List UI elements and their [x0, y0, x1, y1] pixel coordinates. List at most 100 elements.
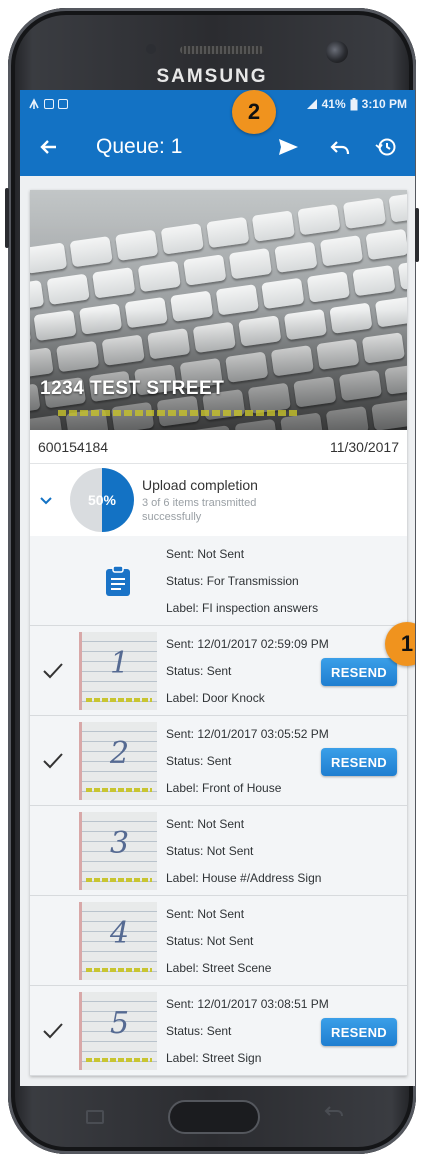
item-label: Label: Street Sign: [166, 1050, 262, 1065]
property-id: 600154184: [38, 438, 109, 455]
queue-title: Queue: 1: [96, 135, 183, 158]
image-icon: [44, 99, 54, 109]
upload-progress-ring: 50%: [70, 468, 134, 532]
photo-timestamp-overlay: [58, 410, 298, 416]
resend-button[interactable]: RESEND: [321, 1018, 397, 1046]
thumbnail-number: 4: [110, 915, 130, 951]
thumbnail-timestamp-overlay: [86, 877, 152, 882]
item-sent: Sent: 12/01/2017 03:05:52 PM: [166, 726, 329, 741]
item-label: Label: Front of House: [166, 780, 282, 795]
undo-button[interactable]: [321, 128, 359, 166]
queue-item[interactable]: 5 Sent: 12/01/2017 03:08:51 PM Status: Sen…: [30, 986, 407, 1076]
thumbnail-timestamp-overlay: [86, 697, 152, 702]
photo-thumbnail[interactable]: 4: [79, 901, 157, 980]
back-key[interactable]: [324, 1104, 344, 1127]
item-label: Label: House #/Address Sign: [166, 870, 322, 885]
item-thumbnail-column: 4: [76, 896, 160, 985]
clock-time: 3:10 PM: [361, 97, 407, 111]
item-thumbnail-column: [76, 536, 160, 625]
item-label: Label: Door Knock: [166, 690, 265, 705]
queue-item[interactable]: 4 Sent: Not Sent Status: Not Sent Label: St…: [30, 896, 407, 986]
notification-icons: [28, 98, 68, 110]
chevron-down-icon[interactable]: [40, 492, 62, 508]
signal-icon: [306, 99, 317, 109]
property-address: 1234 TEST STREET: [40, 378, 225, 399]
upload-subtitle: 3 of 6 items transmitted successfully: [142, 496, 257, 523]
power-button: [415, 208, 419, 262]
property-date: 11/30/2017: [329, 438, 399, 455]
property-photo[interactable]: 1234 TEST STREET: [30, 190, 407, 430]
item-info: Sent: Not Sent Status: Not Sent Label: Hou…: [160, 806, 407, 895]
device-brand: SAMSUNG: [156, 66, 268, 87]
thumbnail-number: 1: [110, 645, 130, 681]
property-card: 1234 TEST STREET 600154184 11/30/2017 50…: [30, 190, 407, 1076]
item-thumbnail-column: 2: [76, 716, 160, 805]
undo-icon: [330, 141, 350, 155]
item-thumbnail-column: 1: [76, 626, 160, 715]
queue-item[interactable]: 3 Sent: Not Sent Status: Not Sent Label: Ho…: [30, 806, 407, 896]
item-label: Label: FI inspection answers: [166, 600, 319, 615]
thumbnail-timestamp-overlay: [86, 967, 152, 972]
checkmark-icon: [30, 806, 76, 895]
item-info: Sent: Not Sent Status: Not Sent Label: Str…: [160, 896, 407, 985]
battery-icon: [350, 97, 358, 110]
checkmark-icon: [30, 626, 76, 715]
sim-icon: [58, 99, 68, 109]
item-label: Label: Street Scene: [166, 960, 272, 975]
checkmark-icon: [30, 536, 76, 625]
back-button[interactable]: [30, 128, 68, 166]
front-camera: [326, 41, 348, 63]
thumbnail-timestamp-overlay: [86, 1057, 152, 1062]
clipboard-icon: [105, 564, 131, 597]
usb-icon: [29, 98, 39, 109]
earpiece-speaker: [180, 46, 264, 54]
app-bar: Queue: 1: [20, 118, 415, 176]
item-info: Sent: Not Sent Status: For Transmission La…: [160, 536, 407, 625]
thumbnail-number: 3: [110, 825, 130, 861]
item-status: Status: For Transmission: [166, 573, 299, 588]
back-key-icon: [324, 1106, 343, 1117]
thumbnail-number: 2: [110, 735, 130, 771]
item-status: Status: Not Sent: [166, 843, 254, 858]
photo-thumbnail[interactable]: 1: [79, 631, 157, 710]
photo-thumbnail[interactable]: 5: [79, 991, 157, 1070]
item-sent: Sent: 12/01/2017 02:59:09 PM: [166, 636, 329, 651]
home-button[interactable]: [168, 1100, 260, 1134]
checkmark-icon: [30, 716, 76, 805]
callout-badge-2: 2: [232, 90, 276, 134]
item-sent: Sent: Not Sent: [166, 816, 245, 831]
queue-item[interactable]: 2 Sent: 12/01/2017 03:05:52 PM Status: Sen…: [30, 716, 407, 806]
proximity-sensor: [146, 44, 156, 54]
queue-item[interactable]: Sent: Not Sent Status: For Transmission La…: [30, 536, 407, 626]
checkmark-icon: [30, 896, 76, 985]
photo-thumbnail[interactable]: 3: [79, 811, 157, 890]
thumbnail-number: 5: [110, 1005, 130, 1041]
upload-title: Upload completion: [142, 476, 258, 493]
item-sent: Sent: 12/01/2017 03:08:51 PM: [166, 996, 329, 1011]
recent-apps-button[interactable]: [86, 1110, 104, 1124]
item-sent: Sent: Not Sent: [166, 546, 245, 561]
resend-button[interactable]: RESEND: [321, 748, 397, 776]
send-button[interactable]: [269, 128, 307, 166]
send-icon: [279, 139, 298, 155]
item-sent: Sent: Not Sent: [166, 906, 245, 921]
history-button[interactable]: [367, 128, 405, 166]
upload-text: Upload completion 3 of 6 items transmitt…: [142, 477, 312, 524]
upload-percent: 50%: [87, 492, 117, 508]
queue-item[interactable]: 1 Sent: 12/01/2017 02:59:09 PM Status: Sen…: [30, 626, 407, 716]
upload-completion[interactable]: 50% Upload completion 3 of 6 items trans…: [30, 464, 407, 536]
queue-content: 1234 TEST STREET 600154184 11/30/2017 50…: [30, 190, 407, 1076]
phone-screen: 41% 3:10 PM Queue: 1 1234 TEST STREET 60…: [20, 90, 415, 1086]
history-icon: [375, 138, 396, 156]
queue-item-list: Sent: Not Sent Status: For Transmission La…: [30, 536, 407, 1076]
checkmark-icon: [30, 986, 76, 1075]
photo-thumbnail[interactable]: 2: [79, 721, 157, 800]
item-status: Status: Not Sent: [166, 933, 254, 948]
property-meta: 600154184 11/30/2017: [30, 430, 407, 464]
resend-button[interactable]: RESEND: [321, 658, 397, 686]
arrow-left-icon: [40, 140, 56, 154]
system-icons: 41% 3:10 PM: [306, 97, 407, 111]
status-bar: 41% 3:10 PM: [20, 90, 415, 118]
item-thumbnail-column: 5: [76, 986, 160, 1075]
thumbnail-timestamp-overlay: [86, 787, 152, 792]
